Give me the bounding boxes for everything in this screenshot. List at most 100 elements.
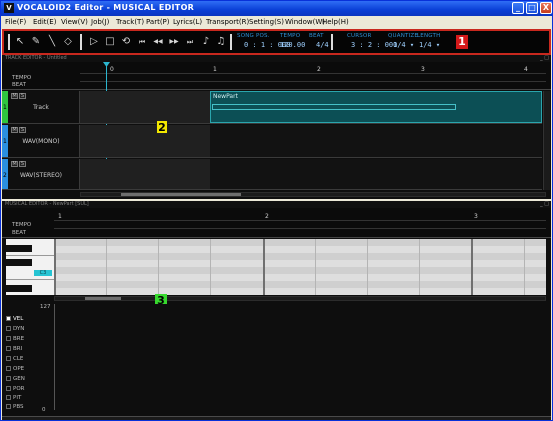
track-editor-title: TRACK EDITOR - Untitled xyxy=(5,55,67,61)
beat-value[interactable]: 4/4 xyxy=(316,41,329,49)
play-icon[interactable]: ▷ xyxy=(88,36,100,48)
musical-editor-header: MUSICAL EDITOR - NewPart [SUL] _ □ xyxy=(2,201,551,208)
forward-end-icon[interactable]: ⏭ xyxy=(184,36,196,48)
tempo-label: TEMPO xyxy=(280,33,301,39)
tempo-row-label: TEMPO xyxy=(12,222,32,228)
musical-ruler[interactable]: 1 2 3 TEMPO BEAT xyxy=(2,208,551,238)
track-row[interactable]: MS 1 Track NewPart xyxy=(2,91,542,124)
arrow-tool-icon[interactable]: ↖ xyxy=(14,36,26,48)
track-name: WAV(STEREO) xyxy=(19,172,63,179)
track-header[interactable]: MS 1 Track xyxy=(2,91,80,123)
measure-label: 3 xyxy=(474,213,478,220)
control-item-bri[interactable]: BRI xyxy=(6,346,22,352)
track-editor: TEMPO BEAT 0 1 2 3 4 MS 1 Track NewPart xyxy=(2,62,551,199)
marker-1: 1 xyxy=(456,35,468,49)
menu-window[interactable]: Window(W) xyxy=(285,18,325,26)
control-item-pit[interactable]: PIT xyxy=(6,395,21,401)
scroll-follow-icon[interactable]: ♪ xyxy=(200,36,212,48)
menu-help[interactable]: Help(H) xyxy=(322,18,349,26)
mute-solo-buttons[interactable]: MS xyxy=(11,93,27,99)
menu-track[interactable]: Track(T) xyxy=(116,18,144,26)
track-name: Track xyxy=(33,104,49,111)
measure-label: 3 xyxy=(421,66,425,73)
scroll-thumb[interactable] xyxy=(85,297,121,300)
measure-label: 1 xyxy=(58,213,62,220)
control-track-editor: 127 0 VEL DYN BRE BRI CLE OPE GEN POR PI… xyxy=(2,304,551,416)
control-item-ope[interactable]: OPE xyxy=(6,366,24,372)
track-header[interactable]: MS 2 WAV(STEREO) xyxy=(2,159,80,189)
toolbar-separator xyxy=(230,34,232,50)
track-horizontal-scrollbar[interactable] xyxy=(80,192,546,197)
stop-icon[interactable]: □ xyxy=(104,36,116,48)
black-key[interactable] xyxy=(6,245,32,252)
cursor-label: CURSOR xyxy=(347,33,372,39)
beat-row-label: BEAT xyxy=(12,82,26,88)
menu-lyrics[interactable]: Lyrics(L) xyxy=(173,18,202,26)
marker-2: 2 xyxy=(156,120,168,134)
track-name: WAV(MONO) xyxy=(22,138,60,145)
mute-solo-buttons[interactable]: MS xyxy=(11,161,27,167)
control-curve-area[interactable] xyxy=(54,304,546,410)
mute-solo-buttons[interactable]: MS xyxy=(11,127,27,133)
piano-roll-grid[interactable] xyxy=(54,239,546,295)
pencil-tool-icon[interactable]: ✎ xyxy=(30,36,42,48)
control-item-dyn[interactable]: DYN xyxy=(6,326,24,332)
track-row[interactable]: MS 1 WAV(MONO) xyxy=(2,125,542,158)
line-tool-icon[interactable]: ╲ xyxy=(46,36,58,48)
track-empty-area[interactable] xyxy=(80,91,210,123)
scroll-thumb[interactable] xyxy=(121,193,241,196)
tempo-value[interactable]: 120.00 xyxy=(280,41,305,49)
tempo-row-label: TEMPO xyxy=(12,75,32,81)
cursor-value: 3 : 2 : 000 xyxy=(351,41,398,49)
piano-keyboard[interactable]: C3 xyxy=(6,239,54,295)
control-item-gen[interactable]: GEN xyxy=(6,376,25,382)
minimize-button[interactable]: _ xyxy=(512,2,524,14)
toolbar-separator xyxy=(331,34,333,50)
track-vertical-scrollbar[interactable] xyxy=(543,91,550,190)
loop-icon[interactable]: ⟲ xyxy=(120,36,132,48)
measure-label: 2 xyxy=(265,213,269,220)
length-select[interactable]: 1/4 ▾ xyxy=(419,41,440,49)
maximize-button[interactable]: □ xyxy=(526,2,538,14)
menu-bar: File(F) Edit(E) View(V) Job(J) Track(T) … xyxy=(1,16,552,28)
title-bar[interactable]: V VOCALOID2 Editor - MUSICAL EDITOR _ □ … xyxy=(1,1,552,16)
toolbar-separator xyxy=(80,34,82,50)
part-block[interactable]: NewPart xyxy=(210,91,542,123)
beat-label: BEAT xyxy=(309,33,324,39)
auto-scroll-icon[interactable]: ♫ xyxy=(215,36,227,48)
track-row[interactable]: MS 2 WAV(STEREO) xyxy=(2,159,542,190)
eraser-tool-icon[interactable]: ◇ xyxy=(62,36,74,48)
track-empty-area[interactable] xyxy=(80,125,210,157)
menu-file[interactable]: File(F) xyxy=(5,18,26,26)
control-item-pbs[interactable]: PBS xyxy=(6,404,23,410)
control-item-por[interactable]: POR xyxy=(6,386,24,392)
control-item-vel[interactable]: VEL xyxy=(6,316,23,322)
menu-transport[interactable]: Transport(R) xyxy=(206,18,249,26)
black-key[interactable] xyxy=(6,285,32,292)
part-name: NewPart xyxy=(213,93,238,100)
piano-horizontal-scrollbar[interactable] xyxy=(54,296,546,301)
menu-view[interactable]: View(V) xyxy=(61,18,88,26)
length-label: LENGTH xyxy=(417,33,441,39)
black-key[interactable] xyxy=(6,259,32,266)
panel-buttons[interactable]: _ □ xyxy=(540,201,549,208)
menu-setting[interactable]: Setting(S) xyxy=(249,18,284,26)
track-ruler[interactable]: TEMPO BEAT 0 1 2 3 4 xyxy=(2,62,551,90)
menu-edit[interactable]: Edit(E) xyxy=(33,18,56,26)
control-item-cle[interactable]: CLE xyxy=(6,356,23,362)
track-header[interactable]: MS 1 WAV(MONO) xyxy=(2,125,80,157)
menu-part[interactable]: Part(P) xyxy=(146,18,170,26)
panel-buttons[interactable]: _ □ xyxy=(540,55,549,62)
c3-key-label: C3 xyxy=(34,270,52,276)
forward-icon[interactable]: ▶▶ xyxy=(168,36,180,48)
measure-label: 4 xyxy=(524,66,528,73)
toolbar: ↖ ✎ ╲ ◇ ▷ □ ⟲ ⏮ ◀◀ ▶▶ ⏭ ♪ ♫ SONG POS. 0 … xyxy=(2,29,551,55)
close-button[interactable]: X xyxy=(540,2,552,14)
rewind-start-icon[interactable]: ⏮ xyxy=(136,36,148,48)
control-item-bre[interactable]: BRE xyxy=(6,336,24,342)
rewind-icon[interactable]: ◀◀ xyxy=(152,36,164,48)
quantize-select[interactable]: 1/4 ▾ xyxy=(393,41,414,49)
menu-job[interactable]: Job(J) xyxy=(91,18,109,26)
track-empty-area[interactable] xyxy=(80,159,210,189)
measure-label: 0 xyxy=(110,66,114,73)
